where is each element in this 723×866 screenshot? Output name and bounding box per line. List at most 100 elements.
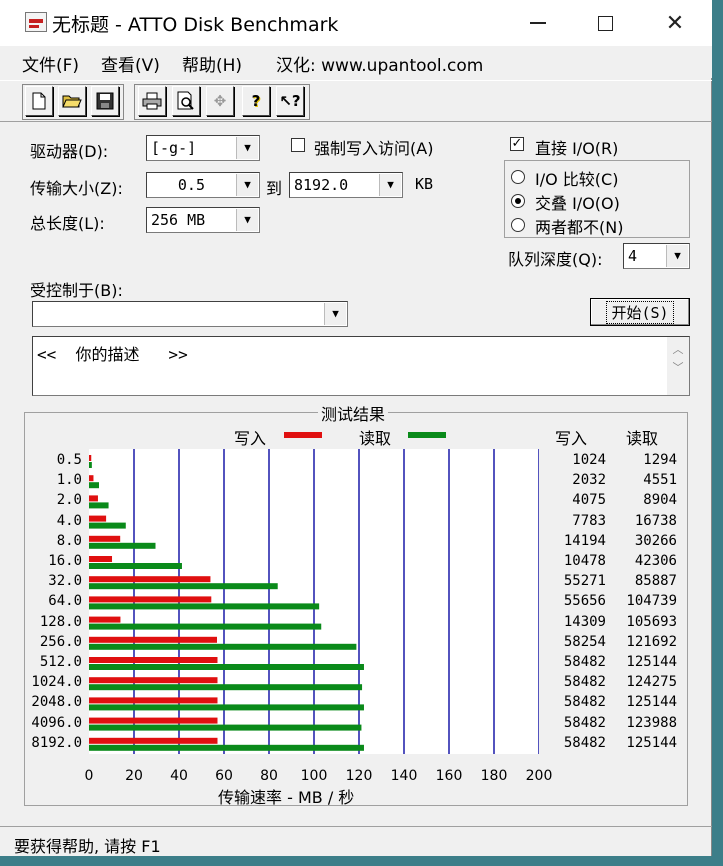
chart-plot-area — [89, 449, 540, 754]
write-bar — [89, 495, 98, 502]
read-bar — [89, 724, 362, 731]
read-value: 125144 — [626, 734, 677, 751]
io-compare-radio[interactable] — [511, 170, 525, 184]
row-label: 0.5 — [56, 452, 82, 468]
maximize-icon — [597, 15, 613, 31]
x-tick-label: 160 — [435, 768, 463, 784]
read-bar — [89, 623, 322, 630]
write-bar — [89, 737, 218, 744]
row-label: 4096.0 — [31, 714, 82, 731]
x-tick-label: 120 — [345, 768, 373, 784]
total-length-select[interactable]: 256 MB ▼ — [146, 207, 260, 233]
neither-radio[interactable] — [511, 218, 525, 232]
open-button[interactable] — [58, 86, 86, 116]
x-tick-label: 200 — [525, 768, 553, 784]
description-textarea[interactable]: << 你的描述 >> ︿ ﹀ — [32, 336, 690, 396]
help-button[interactable]: ? — [242, 86, 270, 116]
print-button[interactable] — [138, 86, 166, 116]
write-bar — [89, 636, 217, 643]
print-icon — [142, 92, 162, 110]
start-label: 开始(S) — [606, 300, 674, 324]
row-label: 512.0 — [39, 654, 82, 670]
menu-help[interactable]: 帮助(H) — [182, 51, 242, 76]
read-value: 16738 — [634, 512, 677, 529]
write-value: 58482 — [563, 694, 606, 711]
write-bar — [89, 515, 107, 522]
write-value: 4075 — [572, 492, 606, 509]
move-button[interactable]: ✥ — [206, 86, 234, 116]
read-bar — [89, 744, 364, 751]
print-preview-button[interactable] — [172, 86, 200, 116]
close-button[interactable]: ✕ — [640, 0, 710, 46]
title-bar[interactable]: 无标题 - ATTO Disk Benchmark ✕ — [0, 0, 712, 46]
desktop-background — [0, 856, 712, 866]
read-bar — [89, 482, 99, 489]
write-value: 14309 — [563, 613, 606, 630]
menu-view[interactable]: 查看(V) — [101, 51, 160, 76]
total-length-label: 总长度(L): — [30, 214, 105, 233]
row-label: 32.0 — [48, 573, 82, 590]
new-file-button[interactable] — [25, 86, 53, 116]
start-button[interactable]: 开始(S) — [590, 298, 690, 326]
write-bar — [89, 677, 218, 684]
minimize-icon — [530, 22, 546, 24]
row-label: 128.0 — [39, 613, 82, 630]
menu-localization[interactable]: 汉化: www.upantool.com — [276, 51, 483, 76]
read-value: 42306 — [634, 553, 677, 569]
controlled-by-select[interactable]: ▼ — [32, 301, 348, 327]
total-length-value: 256 MB — [151, 211, 206, 229]
write-bar — [89, 475, 94, 482]
queue-depth-select[interactable]: 4 ▼ — [623, 243, 690, 269]
minimize-button[interactable] — [503, 0, 573, 46]
row-label: 1024.0 — [31, 674, 82, 691]
write-bar — [89, 556, 113, 562]
read-value: 30266 — [634, 532, 677, 549]
menu-file[interactable]: 文件(F) — [22, 51, 79, 76]
row-label: 4.0 — [56, 512, 82, 529]
read-value: 125144 — [626, 654, 677, 670]
write-value: 58482 — [563, 714, 606, 731]
overlap-io-label: 交叠 I/O(O) — [535, 194, 620, 213]
save-button[interactable] — [91, 86, 119, 116]
force-write-checkbox[interactable] — [291, 138, 305, 152]
neither-label: 两者都不(N) — [535, 218, 624, 237]
read-value: 125144 — [626, 694, 677, 711]
legend-read-swatch — [408, 432, 446, 438]
direct-io-label: 直接 I/O(R) — [535, 139, 619, 158]
direct-io-checkbox[interactable]: ✓ — [510, 137, 524, 151]
read-bar — [89, 502, 109, 509]
app-window: 无标题 - ATTO Disk Benchmark ✕ 文件(F) 查看(V) … — [0, 0, 712, 866]
legend-write-swatch — [284, 432, 322, 438]
x-tick-label: 140 — [390, 768, 418, 784]
status-bar: 要获得帮助, 请按 F1 — [0, 826, 712, 856]
read-value: 105693 — [626, 613, 677, 630]
menu-bar: 文件(F) 查看(V) 帮助(H) 汉化: www.upantool.com — [0, 46, 712, 78]
app-icon — [25, 12, 47, 32]
write-value: 58482 — [563, 734, 606, 751]
row-label: 2048.0 — [31, 694, 82, 711]
write-value: 2032 — [572, 472, 606, 489]
transfer-from-select[interactable]: 0.5 ▼ — [146, 172, 260, 198]
transfer-to-value: 8192.0 — [294, 176, 349, 194]
print-preview-icon — [177, 91, 194, 110]
context-help-button[interactable]: ↖? — [276, 86, 304, 116]
move-icon: ✥ — [213, 92, 227, 110]
legend-read-label: 读取 — [359, 429, 392, 448]
chevron-down-icon: ▼ — [379, 174, 401, 196]
open-folder-icon — [62, 95, 82, 108]
x-tick-label: 40 — [170, 768, 188, 784]
read-bar — [89, 603, 320, 610]
transfer-size-label: 传输大小(Z): — [30, 179, 123, 198]
transfer-to-select[interactable]: 8192.0 ▼ — [289, 172, 403, 198]
maximize-button[interactable] — [570, 0, 640, 46]
chart-svg — [89, 449, 540, 754]
description-scrollbar[interactable]: ︿ ﹀ — [667, 337, 689, 395]
write-value: 10478 — [563, 553, 606, 569]
write-value: 55271 — [563, 573, 606, 590]
read-value: 124275 — [626, 674, 677, 691]
drive-select[interactable]: [-g-] ▼ — [146, 135, 260, 161]
overlap-io-radio[interactable] — [511, 194, 525, 208]
description-text: << 你的描述 >> — [37, 345, 188, 364]
read-bar — [89, 462, 92, 468]
write-bar — [89, 576, 211, 583]
